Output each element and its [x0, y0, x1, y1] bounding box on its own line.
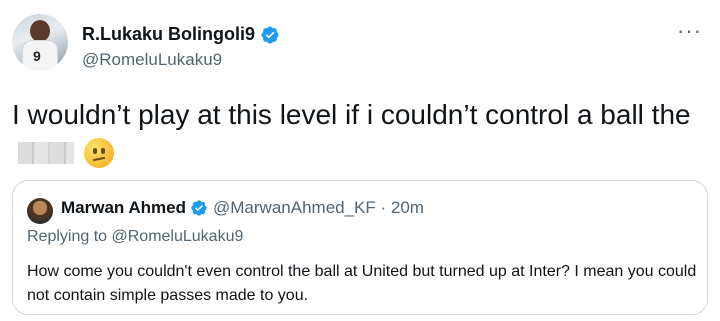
author-avatar[interactable]: 9 [12, 14, 68, 70]
quoted-tweet[interactable]: Marwan Ahmed @MarwanAhmed_KF · 20m Reply… [12, 180, 708, 315]
author-handle[interactable]: @RomeluLukaku9 [82, 50, 222, 70]
quoted-author-avatar[interactable] [27, 198, 53, 224]
avatar-head [30, 20, 50, 42]
verified-badge-icon [261, 25, 279, 44]
quoted-author-display-name[interactable]: Marwan Ahmed [61, 198, 186, 218]
tweet-text: I wouldn’t play at this level if i could… [12, 96, 702, 172]
censored-word-blur [18, 142, 74, 164]
replying-to-line[interactable]: Replying to @RomeluLukaku9 [27, 228, 243, 246]
author-display-name[interactable]: R.Lukaku Bolingoli9 [82, 24, 255, 45]
quoted-tweet-text: How come you couldn't even control the b… [27, 263, 697, 304]
verified-badge-icon [191, 200, 207, 216]
tweet-text-content: I wouldn’t play at this level if i could… [12, 99, 691, 130]
tweet-card: 9 R.Lukaku Bolingoli9 @RomeluLukaku9 ···… [0, 0, 720, 321]
confused-face-icon [84, 138, 114, 168]
author-name-row[interactable]: R.Lukaku Bolingoli9 [82, 24, 280, 45]
quoted-author-handle-time[interactable]: @MarwanAhmed_KF · 20m [213, 198, 424, 218]
avatar-jersey-number: 9 [33, 48, 41, 64]
quoted-tweet-header: Marwan Ahmed @MarwanAhmed_KF · 20m [61, 198, 424, 218]
more-icon[interactable]: ··· [677, 20, 702, 42]
